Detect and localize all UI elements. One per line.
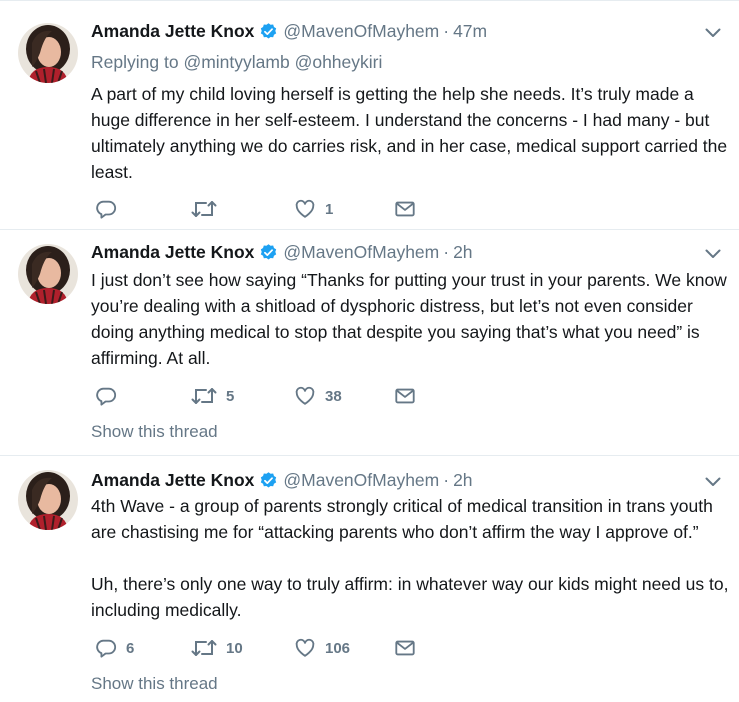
avatar[interactable] — [18, 244, 78, 304]
retweet-button[interactable] — [191, 197, 226, 221]
replying-to: Replying to @mintyylamb @ohheykiri — [91, 52, 382, 73]
author-handle[interactable]: @MavenOfMayhem — [283, 21, 439, 42]
mention-link[interactable]: @ohheykiri — [295, 52, 383, 72]
tweet-paragraph: I just don’t see how saying “Thanks for … — [91, 270, 727, 368]
tweet-actions: 6 10 106 — [91, 636, 431, 660]
show-thread-link[interactable]: Show this thread — [91, 422, 218, 442]
chevron-down-icon[interactable] — [705, 477, 721, 487]
reply-button[interactable] — [95, 384, 126, 408]
tweet-actions: 1 — [91, 197, 431, 221]
timeline: Amanda Jette Knox @MavenOfMayhem · 47m R… — [0, 0, 739, 702]
verified-badge-icon — [261, 471, 277, 488]
retweet-button[interactable]: 10 — [191, 636, 243, 660]
like-count: 1 — [325, 200, 334, 218]
tweet-actions: 5 38 — [91, 384, 431, 408]
chevron-down-icon[interactable] — [705, 249, 721, 259]
verified-badge-icon — [261, 243, 277, 260]
heart-icon — [295, 386, 315, 405]
reply-button[interactable] — [95, 197, 126, 221]
reply-count: 6 — [126, 639, 135, 657]
avatar[interactable] — [18, 470, 78, 530]
separator-dot: · — [443, 241, 450, 262]
tweet-header: Amanda Jette Knox @MavenOfMayhem · 47m — [91, 20, 487, 42]
tweet[interactable]: Amanda Jette Knox @MavenOfMayhem · 2h I … — [0, 230, 739, 456]
mention-link[interactable]: @mintyylamb — [183, 52, 289, 72]
envelope-icon — [395, 201, 415, 217]
tweet-text: 4th Wave - a group of parents strongly c… — [91, 493, 731, 623]
message-button[interactable] — [394, 384, 416, 408]
avatar-photo — [18, 23, 78, 83]
retweet-icon — [191, 640, 217, 656]
retweet-count: 5 — [226, 387, 235, 405]
avatar[interactable] — [18, 23, 78, 83]
avatar-photo — [18, 244, 78, 304]
tweet-header: Amanda Jette Knox @MavenOfMayhem · 2h — [91, 469, 473, 491]
author-name[interactable]: Amanda Jette Knox — [91, 242, 254, 263]
retweet-icon — [191, 388, 217, 404]
retweet-icon — [191, 201, 217, 217]
avatar-photo — [18, 470, 78, 530]
like-button[interactable]: 1 — [294, 197, 333, 221]
retweet-button[interactable]: 5 — [191, 384, 234, 408]
author-name[interactable]: Amanda Jette Knox — [91, 470, 254, 491]
verified-badge-icon — [261, 22, 277, 39]
separator-dot: · — [443, 469, 450, 490]
reply-icon — [96, 200, 117, 219]
tweet-timestamp[interactable]: 47m — [453, 21, 487, 42]
message-button[interactable] — [394, 197, 416, 221]
heart-icon — [295, 638, 315, 657]
replying-to-label: Replying to — [91, 52, 179, 72]
chevron-down-icon[interactable] — [705, 28, 721, 38]
reply-button[interactable]: 6 — [95, 636, 134, 660]
tweet[interactable]: Amanda Jette Knox @MavenOfMayhem · 47m R… — [0, 1, 739, 230]
like-button[interactable]: 106 — [294, 636, 350, 660]
tweet-paragraph: Uh, there’s only one way to truly affirm… — [91, 574, 729, 620]
heart-icon — [295, 199, 315, 218]
like-count: 106 — [325, 639, 351, 657]
like-button[interactable]: 38 — [294, 384, 342, 408]
tweet-paragraph: A part of my child loving herself is get… — [91, 84, 728, 182]
author-name[interactable]: Amanda Jette Knox — [91, 21, 254, 42]
author-handle[interactable]: @MavenOfMayhem — [283, 242, 439, 263]
reply-icon — [96, 387, 117, 406]
like-count: 38 — [325, 387, 342, 405]
tweet-timestamp[interactable]: 2h — [453, 470, 472, 491]
retweet-count: 10 — [226, 639, 243, 657]
tweet-paragraph: 4th Wave - a group of parents strongly c… — [91, 496, 713, 542]
tweet-timestamp[interactable]: 2h — [453, 242, 472, 263]
tweet-header: Amanda Jette Knox @MavenOfMayhem · 2h — [91, 241, 473, 263]
show-thread-link[interactable]: Show this thread — [91, 674, 218, 694]
message-button[interactable] — [394, 636, 416, 660]
author-handle[interactable]: @MavenOfMayhem — [283, 470, 439, 491]
reply-icon — [96, 639, 117, 658]
tweet[interactable]: Amanda Jette Knox @MavenOfMayhem · 2h 4t… — [0, 456, 739, 702]
envelope-icon — [395, 640, 415, 656]
tweet-text: I just don’t see how saying “Thanks for … — [91, 267, 731, 371]
tweet-text: A part of my child loving herself is get… — [91, 81, 731, 185]
separator-dot: · — [443, 20, 450, 41]
envelope-icon — [395, 388, 415, 404]
